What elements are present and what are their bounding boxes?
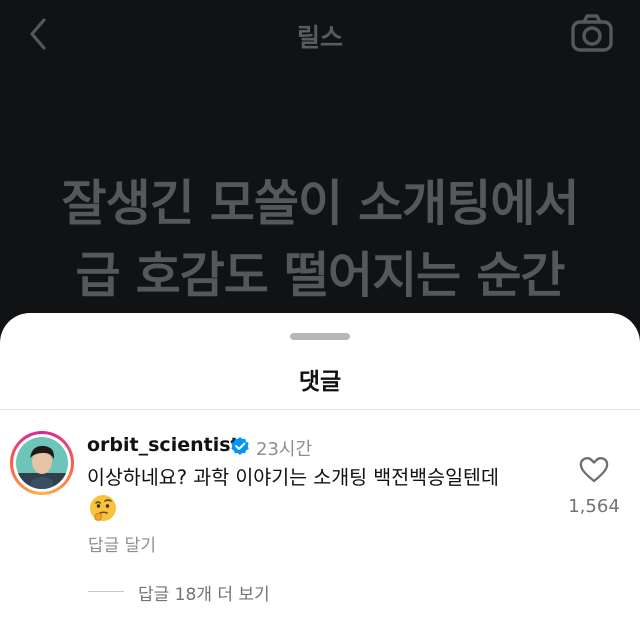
divider: [88, 591, 124, 592]
like-count: 1,564: [568, 496, 620, 517]
reply-button[interactable]: 답글 달기: [88, 531, 156, 556]
view-more-replies-button[interactable]: 답글 18개 더 보기: [138, 580, 270, 605]
avatar[interactable]: [10, 431, 74, 495]
comment-timestamp: 23시간: [256, 439, 313, 460]
page-title: 릴스: [296, 23, 343, 52]
camera-icon[interactable]: [568, 12, 616, 56]
comments-sheet: 댓글 orbit_scientist 23시간 이상하네요? 과학 이야기는 소…: [0, 313, 640, 632]
sheet-drag-handle[interactable]: [290, 333, 350, 340]
thinking-face-emoji: [90, 495, 116, 521]
top-bar: 릴스: [0, 0, 640, 70]
comment-text: 이상하네요? 과학 이야기는 소개팅 백전백승일텐데: [87, 466, 499, 489]
video-caption: 잘생긴 모쏠이 소개팅에서 급 호감도 떨어지는 순간: [0, 168, 640, 312]
comment-username[interactable]: orbit_scientist: [87, 434, 240, 456]
avatar-photo: [16, 437, 68, 489]
video-caption-line-1: 잘생긴 모쏠이 소개팅에서: [61, 175, 580, 232]
comments-title: 댓글: [298, 369, 342, 395]
heart-icon[interactable]: [578, 454, 610, 484]
verified-badge-icon: [231, 437, 249, 455]
divider: [0, 409, 640, 410]
video-caption-line-2: 급 호감도 떨어지는 순간: [75, 247, 566, 304]
